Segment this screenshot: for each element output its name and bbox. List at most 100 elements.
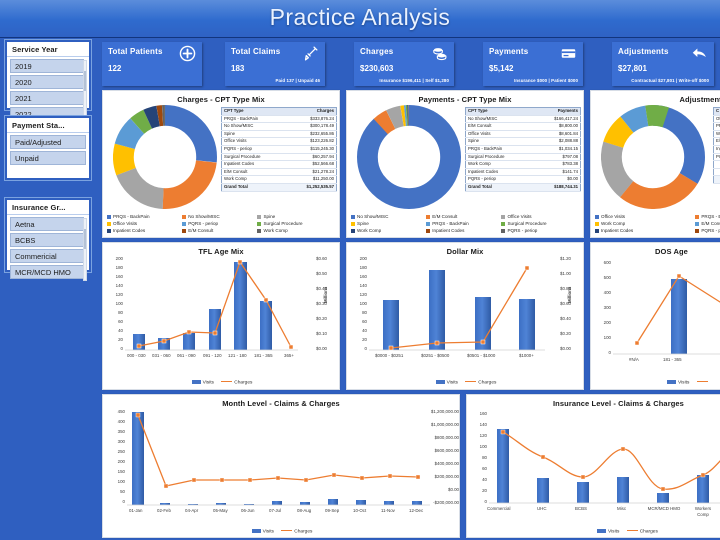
- page-title: Practice Analysis: [269, 4, 451, 30]
- payments-donut-chart[interactable]: [357, 105, 461, 209]
- slicer-payment-status[interactable]: Payment Sta... Paid/Adjusted Unpaid: [4, 115, 92, 181]
- slicer-insurance-group-scrollbar[interactable]: [83, 218, 87, 281]
- col-header-charges: Charges: [286, 107, 337, 116]
- dollar-line-series: [369, 265, 545, 351]
- kpi-title: Total Claims: [231, 47, 281, 56]
- panel-adjustments-cpt-type-mix: Adjustments - C C Office Visits PRQS - B…: [590, 90, 720, 238]
- panel-tfl-age-mix: TFL Age Mix 200 180 160 140 120 100 80 6…: [102, 242, 340, 390]
- slicer-item-commericial[interactable]: Commericial: [10, 249, 84, 263]
- tfl-legend: Visits Charges: [103, 379, 341, 385]
- table-row: Work Comp: [713, 130, 720, 139]
- table-row: PRQS - BackPain $333,876.24: [221, 115, 337, 124]
- month-line-series: [127, 412, 430, 506]
- kpi-title: Total Patients: [108, 47, 163, 56]
- kpi-payments[interactable]: Payments $5,142 Insurance $000 | Patient…: [483, 42, 583, 86]
- charges-donut-legend: PRQS - BackPain No Show/MISC Spine Offic…: [107, 213, 335, 234]
- kpi-subtext: Insurance $000 | Patient $000: [514, 78, 578, 83]
- kpi-adjustments[interactable]: Adjustments $27,801 Contractual $27,801 …: [612, 42, 714, 86]
- scrollbar-thumb[interactable]: [84, 228, 86, 250]
- slicer-item-2020[interactable]: 2020: [10, 75, 84, 89]
- table-row: PQRS - periop: [713, 153, 720, 162]
- table-row: Work Comp $783.38: [465, 160, 581, 169]
- scrollbar-thumb[interactable]: [84, 70, 86, 92]
- arrow-back-icon: [692, 48, 706, 58]
- slicer-item-unpaid[interactable]: Unpaid: [10, 151, 86, 165]
- kpi-value: $5,142: [489, 64, 514, 73]
- chart-title: Adjustments - C: [679, 95, 720, 104]
- payments-donut-legend: No Show/MISC E/M Consult Office Visits S…: [351, 213, 579, 234]
- slicer-item-2019[interactable]: 2019: [10, 59, 84, 73]
- insurance-level-chart[interactable]: 160 140 120 100 80 60 40 20 0 Commercial…: [467, 395, 720, 537]
- table-row: Office Visits $8,601.84: [465, 130, 581, 139]
- kpi-value: $230,603: [360, 64, 394, 73]
- slicer-item-paid-adjusted[interactable]: Paid/Adjusted: [10, 135, 86, 149]
- kpi-value: $27,801: [618, 64, 647, 73]
- plus-circle-icon: [179, 45, 196, 62]
- kpi-total-patients[interactable]: Total Patients 122: [102, 42, 202, 86]
- col-header-cpt-type: CPT Type: [221, 107, 287, 116]
- table-row: No Show/MISC $300,178.49: [221, 122, 337, 131]
- slicer-insurance-group-title: Insurance Gr...: [7, 200, 89, 215]
- slicer-service-year[interactable]: Service Year 2019 2020 2021 2022: [4, 39, 92, 123]
- month-legend: Visits Charges: [103, 528, 461, 534]
- legend-line-charges: [626, 529, 638, 531]
- table-row: E/M Consult $21,278.24: [221, 168, 337, 177]
- legend-line-charges: [465, 380, 477, 382]
- table-row: No Show/MISC $166,417.24: [465, 115, 581, 124]
- chart-title: Payments - CPT Type Mix: [418, 95, 512, 104]
- app-header: Practice Analysis: [0, 0, 720, 38]
- slicer-payment-status-title: Payment Sta...: [7, 118, 89, 133]
- coins-icon: [433, 48, 447, 61]
- slicer-item-2021[interactable]: 2021: [10, 91, 84, 105]
- table-row: E/M Consult $8,800.00: [465, 122, 581, 131]
- table-row-total: Grand Total $188,744.31: [465, 182, 581, 192]
- kpi-title: Charges: [360, 47, 394, 56]
- legend-swatch-visits: [435, 379, 445, 384]
- slicer-insurance-group[interactable]: Insurance Gr... Aetna BCBS Commericial M…: [4, 197, 92, 281]
- kpi-value: 122: [108, 64, 122, 73]
- dollar-mix-legend: Visits Charges: [347, 379, 585, 385]
- tfl-line-series: [125, 259, 298, 351]
- slicer-rail: Service Year 2019 2020 2021 2022 Payment…: [0, 38, 96, 540]
- syringe-icon: [304, 46, 318, 61]
- table-row-total: [713, 175, 720, 184]
- dos-legend: Visits: [591, 379, 720, 385]
- panel-dos-age-mix: DOS Age 600 500 400 300 200 100 0 #N/A 1…: [590, 242, 720, 390]
- insurance-legend: Visits Charges: [467, 528, 720, 534]
- slicer-item-mcr-mcd-hmo[interactable]: MCR/MCD HMO: [10, 265, 84, 279]
- legend-swatch-visits: [597, 528, 606, 533]
- adjustments-cpt-table: C Office Visits PRQS - BackPain Work Com…: [713, 107, 720, 184]
- table-row: PQRS - periop $115,245.30: [221, 145, 337, 154]
- kpi-subtext: Contractual $27,801 | Write-off $000: [631, 78, 709, 83]
- table-row: PRQS - BackPain: [713, 122, 720, 131]
- tfl-age-mix-chart[interactable]: 200 180 160 140 120 100 80 60 40 20 0 $0…: [103, 243, 341, 391]
- panel-insurance-level: Insurance Level - Claims & Charges 160 1…: [466, 394, 720, 538]
- kpi-subtext: Insurance $196,411 | Self $1,280: [379, 78, 449, 83]
- kpi-charges[interactable]: Charges $230,603 Insurance $196,411 | Se…: [354, 42, 454, 86]
- table-row: Spine $232,655.86: [221, 130, 337, 139]
- kpi-title: Payments: [489, 47, 529, 56]
- slicer-service-year-scrollbar[interactable]: [83, 60, 87, 123]
- table-row: Office Visits: [713, 115, 720, 124]
- slicer-item-aetna[interactable]: Aetna: [10, 217, 84, 231]
- payments-cpt-table: CPT Type Payments No Show/MISC $166,417.24…: [465, 107, 581, 192]
- charges-cpt-table: CPT Type Charges PRQS - BackPain $333,876.…: [221, 107, 337, 192]
- adjustments-donut-chart[interactable]: [601, 105, 705, 209]
- slicer-item-bcbs[interactable]: BCBS: [10, 233, 84, 247]
- col-header-payments: Payments: [533, 107, 581, 116]
- table-row-total: Grand Total $1,252,535.57: [221, 182, 337, 192]
- table-row: Surgical Procedure $60,257.94: [221, 153, 337, 162]
- slicer-service-year-title: Service Year: [7, 42, 89, 57]
- table-row: Inpatient Codes $141.74: [465, 168, 581, 177]
- kpi-value: 183: [231, 64, 245, 73]
- dos-age-chart[interactable]: 600 500 400 300 200 100 0 #N/A 181 - 365: [591, 243, 720, 389]
- kpi-title: Adjustments: [618, 47, 669, 56]
- table-row: Surgical Procedure $797.08: [465, 153, 581, 162]
- panel-payments-cpt-type-mix: Payments - CPT Type Mix CPT Type Payments…: [346, 90, 584, 238]
- panel-dollar-mix: Dollar Mix 200 180 160 140 120 100 80 60…: [346, 242, 584, 390]
- kpi-total-claims[interactable]: Total Claims 183 Paid 137 | Unpaid 46: [225, 42, 325, 86]
- dollar-mix-chart[interactable]: 200 180 160 140 120 100 80 60 40 20 0 $1…: [347, 243, 585, 391]
- month-level-chart[interactable]: 450 400 350 300 250 200 150 100 50 0 $1,…: [103, 395, 461, 539]
- charges-donut-chart[interactable]: [113, 105, 217, 209]
- table-row: [713, 168, 720, 177]
